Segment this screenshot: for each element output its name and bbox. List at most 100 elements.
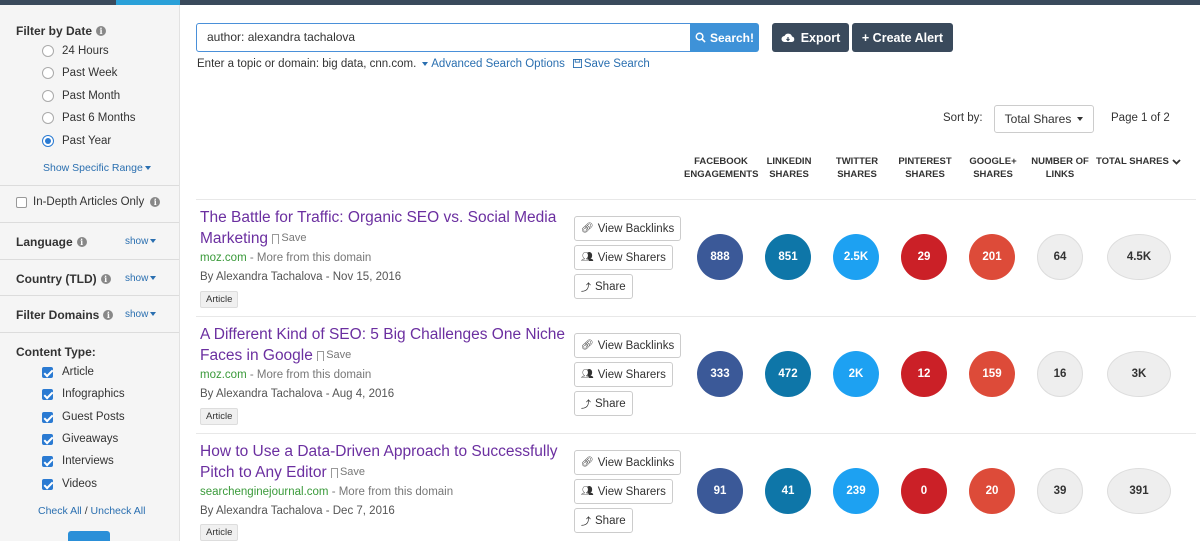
- create-alert-button[interactable]: + Create Alert: [852, 23, 953, 52]
- info-icon[interactable]: i: [76, 237, 87, 247]
- info-icon[interactable]: i: [103, 310, 114, 320]
- column-header-twitter[interactable]: TWITTER SHARES: [828, 155, 886, 181]
- radio-button-selected[interactable]: [42, 135, 54, 147]
- share-button[interactable]: ⤴ Share: [574, 508, 633, 533]
- column-header-facebook[interactable]: FACEBOOK ENGAGEMENTS: [684, 155, 758, 181]
- pinterest-shares-count: 29: [901, 234, 947, 280]
- view-backlinks-label: View Backlinks: [597, 339, 675, 352]
- radio-button[interactable]: [42, 112, 54, 124]
- content-type-interviews[interactable]: Interviews: [42, 455, 114, 467]
- language-show-link[interactable]: show: [125, 236, 157, 247]
- sort-by-label: Sort by:: [943, 112, 983, 124]
- number-of-links-count[interactable]: 39: [1037, 468, 1083, 514]
- article-title-line: Marketing: [200, 230, 269, 247]
- checkbox[interactable]: [16, 196, 27, 208]
- date-option-past-month[interactable]: Past Month: [42, 90, 120, 102]
- domain-link[interactable]: moz.com: [200, 369, 247, 381]
- language-label: Language: [16, 235, 73, 249]
- country-show-link[interactable]: show: [125, 273, 157, 284]
- radio-button[interactable]: [42, 45, 54, 57]
- apply-filters-button[interactable]: [68, 531, 110, 541]
- save-search-link[interactable]: Save Search: [572, 58, 650, 70]
- export-label: Export: [800, 30, 841, 45]
- row-divider: [196, 433, 1196, 434]
- view-sharers-button[interactable]: 👥︎ View Sharers: [574, 245, 673, 270]
- checkbox-checked[interactable]: [42, 433, 53, 445]
- caret-down-icon: [150, 276, 157, 281]
- content-type-videos[interactable]: Videos: [42, 478, 97, 490]
- content-type-infographics[interactable]: Infographics: [42, 388, 125, 400]
- search-icon: [695, 32, 706, 43]
- article-title-link[interactable]: How to Use a Data-Driven Approach to Suc…: [200, 441, 570, 483]
- check-all-link[interactable]: Check All: [38, 505, 82, 517]
- view-backlinks-button[interactable]: 🔗︎ View Backlinks: [574, 333, 682, 358]
- google-shares-count: 201: [969, 234, 1015, 280]
- count-value: 29: [917, 251, 931, 263]
- info-icon[interactable]: i: [100, 274, 111, 284]
- uncheck-all-link[interactable]: Uncheck All: [91, 505, 146, 517]
- caret-down-icon: [150, 312, 157, 317]
- column-header-google[interactable]: GOOGLE+ SHARES: [964, 155, 1022, 181]
- sort-select[interactable]: Total Shares: [994, 105, 1094, 133]
- divider: [0, 259, 179, 260]
- sort-select-value: Total Shares: [1004, 112, 1072, 126]
- info-icon[interactable]: i: [150, 197, 161, 207]
- column-header-links[interactable]: NUMBER OF LINKS: [1030, 155, 1090, 181]
- show-specific-range-link[interactable]: Show Specific Range: [43, 162, 151, 174]
- radio-button[interactable]: [42, 90, 54, 102]
- content-type-article[interactable]: Article: [42, 366, 94, 378]
- more-from-domain-link[interactable]: - More from this domain: [250, 252, 371, 264]
- google-shares-count: 159: [969, 351, 1015, 397]
- top-nav-bar: [0, 0, 1200, 5]
- share-button[interactable]: ⤴ Share: [574, 391, 633, 416]
- more-from-domain-link[interactable]: - More from this domain: [332, 486, 453, 498]
- save-article-button[interactable]: Save: [330, 462, 365, 483]
- view-sharers-button[interactable]: 👥︎ View Sharers: [574, 362, 673, 387]
- more-from-domain-link[interactable]: - More from this domain: [250, 369, 371, 381]
- date-option-label: Past Month: [62, 90, 121, 102]
- domain-link[interactable]: moz.com: [200, 252, 247, 264]
- google-shares-count: 20: [969, 468, 1015, 514]
- content-type-guest-posts[interactable]: Guest Posts: [42, 411, 125, 423]
- column-header-pinterest[interactable]: PINTEREST SHARES: [894, 155, 956, 181]
- column-header-total-shares[interactable]: TOTAL SHARES: [1096, 155, 1182, 168]
- number-of-links-count[interactable]: 16: [1037, 351, 1083, 397]
- checkbox-checked[interactable]: [42, 388, 53, 400]
- view-backlinks-button[interactable]: 🔗︎ View Backlinks: [574, 216, 682, 241]
- advanced-search-link[interactable]: Advanced Search Options: [420, 58, 565, 70]
- date-option-24-hours[interactable]: 24 Hours: [42, 45, 109, 57]
- export-button[interactable]: Export: [772, 23, 849, 52]
- save-article-button[interactable]: Save: [317, 345, 351, 366]
- article-title-link[interactable]: The Battle for Traffic: Organic SEO vs. …: [200, 207, 570, 249]
- filter-domains-show-link[interactable]: show: [125, 309, 157, 320]
- search-button[interactable]: Search!: [690, 23, 759, 52]
- count-value: 2.5K: [843, 251, 869, 263]
- article-byline: By Alexandra Tachalova - Dec 7, 2016: [200, 505, 395, 517]
- radio-button[interactable]: [42, 67, 54, 79]
- number-of-links-count[interactable]: 64: [1037, 234, 1083, 280]
- save-article-button[interactable]: Save: [272, 228, 306, 249]
- view-sharers-button[interactable]: 👥︎ View Sharers: [574, 479, 673, 504]
- content-type-heading: Content Type:: [16, 345, 96, 359]
- checkbox-checked[interactable]: [42, 366, 53, 378]
- show-label: show: [125, 309, 149, 320]
- info-icon[interactable]: i: [96, 26, 107, 36]
- column-header-linkedin[interactable]: LINKEDIN SHARES: [760, 155, 818, 181]
- article-type-badge: Article: [200, 408, 239, 425]
- article-title-link[interactable]: A Different Kind of SEO: 5 Big Challenge…: [200, 324, 570, 366]
- content-type-giveaways[interactable]: Giveaways: [42, 433, 118, 445]
- share-button[interactable]: ⤴ Share: [574, 274, 633, 299]
- count-value: 333: [710, 368, 730, 380]
- view-backlinks-button[interactable]: 🔗︎ View Backlinks: [574, 450, 682, 475]
- in-depth-filter[interactable]: In-Depth Articles Only i: [16, 196, 161, 208]
- show-range-label: Show Specific Range: [43, 162, 143, 174]
- checkbox-checked[interactable]: [42, 455, 53, 467]
- date-option-past-year[interactable]: Past Year: [42, 135, 111, 147]
- domain-link[interactable]: searchenginejournal.com: [200, 486, 329, 498]
- date-option-past-week[interactable]: Past Week: [42, 67, 117, 79]
- checkbox-checked[interactable]: [42, 411, 53, 423]
- checkbox-checked[interactable]: [42, 478, 53, 490]
- date-option-past-6-months[interactable]: Past 6 Months: [42, 112, 136, 124]
- date-option-label: Past Week: [62, 67, 118, 79]
- search-input[interactable]: author: alexandra tachalova: [196, 23, 691, 52]
